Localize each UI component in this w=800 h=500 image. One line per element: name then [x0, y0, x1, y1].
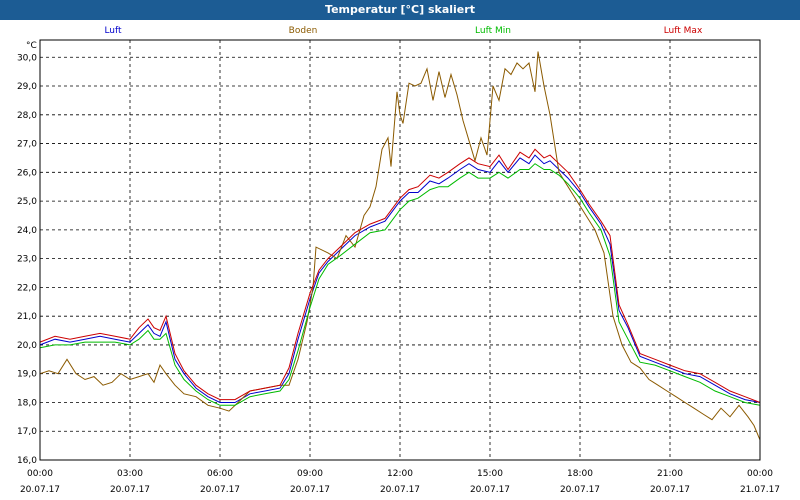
x-tick-time: 00:00: [747, 469, 773, 479]
y-tick-label: 17,0: [17, 427, 37, 437]
y-tick-label: 18,0: [17, 398, 37, 408]
y-tick-label: 29,0: [17, 82, 37, 92]
x-tick-time: 03:00: [117, 469, 143, 479]
y-tick-label: 28,0: [17, 111, 37, 121]
y-tick-label: 19,0: [17, 370, 37, 380]
series-line-luft-min: [39, 163, 761, 406]
y-tick-label: 26,0: [17, 168, 37, 178]
y-tick-label: 27,0: [17, 140, 37, 150]
x-tick-date: 20.07.17: [20, 485, 60, 495]
x-tick-date: 20.07.17: [650, 485, 690, 495]
x-tick-time: 18:00: [567, 469, 593, 479]
x-tick-time: 00:00: [27, 469, 53, 479]
y-tick-label: 30,0: [17, 53, 37, 63]
x-tick-time: 21:00: [657, 469, 683, 479]
legend: Luft Boden Luft Min Luft Max: [104, 26, 703, 36]
line-chart: °C 16,0 17,0 18,0 19,0 20,0 21,0 22,0 23,0 24,0 2…: [17, 26, 780, 495]
x-tick-date: 20.07.17: [110, 485, 150, 495]
grid: [40, 40, 760, 461]
y-tick-label: 22,0: [17, 283, 37, 293]
x-tick-time: 15:00: [477, 469, 503, 479]
legend-entry-luft: Luft: [104, 26, 122, 36]
x-tick-time: 06:00: [207, 469, 233, 479]
x-tick-date: 20.07.17: [200, 485, 240, 495]
y-tick-label: 25,0: [17, 197, 37, 207]
x-tick-date: 20.07.17: [470, 485, 510, 495]
x-tick-time: 12:00: [387, 469, 413, 479]
x-tick-date: 20.07.17: [290, 485, 330, 495]
y-tick-label: 24,0: [17, 226, 37, 236]
legend-entry-luft-min: Luft Min: [475, 26, 511, 36]
y-tick-label: 16,0: [17, 456, 37, 466]
legend-entry-boden: Boden: [289, 26, 318, 36]
x-tick-time: 09:00: [297, 469, 323, 479]
y-axis-label: °C: [26, 41, 37, 51]
legend-entry-luft-max: Luft Max: [664, 26, 703, 36]
x-tick-labels: 00:00 20.07.17 03:00 20.07.17 06:00 20.07.17 0…: [20, 469, 780, 495]
x-tick-date: 21.07.17: [740, 485, 780, 495]
y-tick-labels: 16,0 17,0 18,0 19,0 20,0 21,0 22,0 23,0 24,0 25,0…: [17, 53, 37, 466]
chart-title: Temperatur [°C] skaliert: [0, 0, 800, 20]
y-tick-label: 21,0: [17, 312, 37, 322]
y-tick-label: 23,0: [17, 255, 37, 265]
x-tick-date: 20.07.17: [380, 485, 420, 495]
x-tick-date: 20.07.17: [560, 485, 600, 495]
y-tick-label: 20,0: [17, 341, 37, 351]
